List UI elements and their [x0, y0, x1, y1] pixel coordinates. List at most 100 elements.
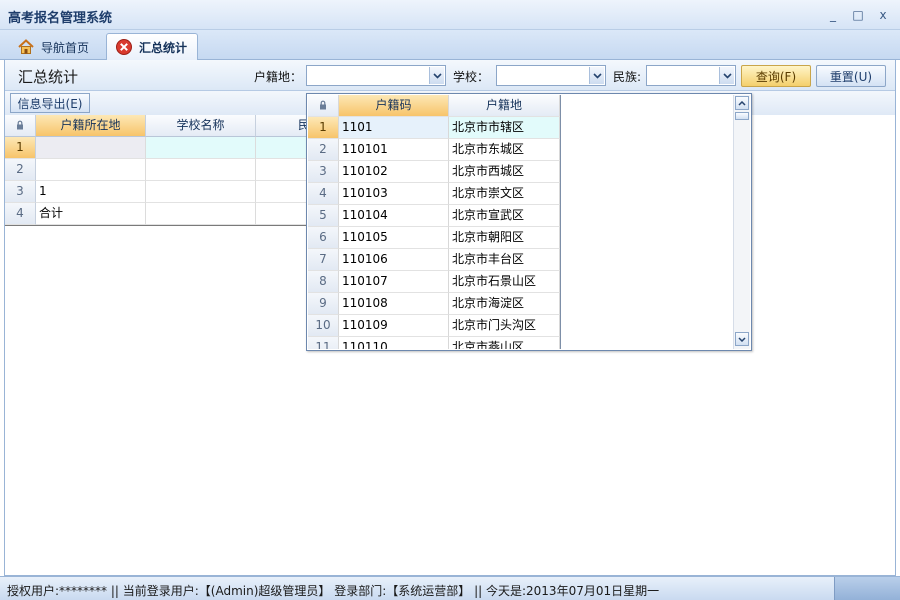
row-number[interactable]: 1	[5, 137, 36, 159]
title-bar: 高考报名管理系统 _ □ x	[0, 0, 900, 30]
row-number[interactable]: 3	[5, 181, 36, 203]
table-cell[interactable]	[146, 137, 256, 159]
list-item[interactable]: 3 110102 北京市西城区	[308, 161, 560, 183]
page-title: 汇总统计	[18, 68, 79, 86]
status-bar-grip	[834, 577, 900, 600]
school-combo[interactable]	[496, 65, 606, 86]
household-code-cell[interactable]: 110106	[339, 249, 449, 271]
household-place-cell[interactable]: 北京市海淀区	[449, 293, 560, 315]
column-header-school[interactable]: 学校名称	[146, 115, 256, 137]
list-item[interactable]: 8 110107 北京市石景山区	[308, 271, 560, 293]
filter-toolbar: 汇总统计 户籍地： 学校： 民族: 查询(F) 重置(U)	[5, 60, 895, 91]
household-place-cell[interactable]: 北京市崇文区	[449, 183, 560, 205]
household-place-cell[interactable]: 北京市宣武区	[449, 205, 560, 227]
row-number[interactable]: 3	[308, 161, 339, 183]
row-number[interactable]: 4	[5, 203, 36, 225]
household-dropdown-popup: 户籍码 户籍地 1 1101 北京市市辖区 2 110101 北京市东城区 3 110102 北…	[306, 93, 752, 351]
household-code-cell[interactable]: 110104	[339, 205, 449, 227]
household-place-cell[interactable]: 北京市朝阳区	[449, 227, 560, 249]
list-item[interactable]: 5 110104 北京市宣武区	[308, 205, 560, 227]
row-number[interactable]: 8	[308, 271, 339, 293]
chevron-down-icon[interactable]	[589, 67, 604, 84]
list-item[interactable]: 11 110110 北京市燕山区	[308, 337, 560, 349]
household-code-cell[interactable]: 110108	[339, 293, 449, 315]
lock-icon[interactable]	[308, 95, 339, 117]
list-item[interactable]: 7 110106 北京市丰台区	[308, 249, 560, 271]
tab-home[interactable]: 导航首页	[8, 33, 102, 60]
export-button[interactable]: 信息导出(E)	[10, 93, 90, 113]
table-cell[interactable]	[146, 159, 256, 181]
household-place-cell[interactable]: 北京市丰台区	[449, 249, 560, 271]
popup-scrollbar[interactable]	[733, 95, 750, 349]
chevron-down-icon[interactable]	[719, 67, 734, 84]
household-code-cell[interactable]: 110107	[339, 271, 449, 293]
scroll-up-icon[interactable]	[735, 96, 749, 110]
household-code-cell[interactable]: 110102	[339, 161, 449, 183]
school-label: 学校：	[453, 70, 490, 84]
column-header-household[interactable]: 户籍所在地	[36, 115, 146, 137]
table-row[interactable]: 3 1	[5, 181, 325, 203]
table-row[interactable]: 1	[5, 137, 325, 159]
minimize-button[interactable]: _	[824, 6, 842, 24]
table-row[interactable]: 4 合计	[5, 203, 325, 225]
tab-strip: 导航首页 汇总统计	[0, 30, 900, 60]
row-number[interactable]: 9	[308, 293, 339, 315]
scroll-down-icon[interactable]	[735, 332, 749, 346]
scroll-thumb[interactable]	[735, 112, 749, 120]
query-button[interactable]: 查询(F)	[741, 65, 811, 87]
tab-summary[interactable]: 汇总统计	[106, 33, 198, 60]
row-number[interactable]: 2	[308, 139, 339, 161]
household-place-cell[interactable]: 北京市东城区	[449, 139, 560, 161]
reset-button[interactable]: 重置(U)	[816, 65, 886, 87]
ethnicity-combo[interactable]	[646, 65, 736, 86]
household-place-cell[interactable]: 北京市石景山区	[449, 271, 560, 293]
ethnicity-label: 民族:	[613, 70, 642, 84]
table-cell[interactable]	[146, 181, 256, 203]
row-number[interactable]: 11	[308, 337, 339, 349]
row-number[interactable]: 6	[308, 227, 339, 249]
maximize-button[interactable]: □	[849, 6, 867, 24]
list-item[interactable]: 2 110101 北京市东城区	[308, 139, 560, 161]
household-code-cell[interactable]: 1101	[339, 117, 449, 139]
household-place-cell[interactable]: 北京市燕山区	[449, 337, 560, 349]
household-list-grid: 户籍码 户籍地 1 1101 北京市市辖区 2 110101 北京市东城区 3 110102 北…	[308, 95, 561, 349]
household-code-cell[interactable]: 110109	[339, 315, 449, 337]
popup-rows: 1 1101 北京市市辖区 2 110101 北京市东城区 3 110102 北京市西城区 4 11…	[308, 117, 560, 349]
list-item[interactable]: 4 110103 北京市崇文区	[308, 183, 560, 205]
row-number[interactable]: 4	[308, 183, 339, 205]
close-button[interactable]: x	[874, 6, 892, 24]
table-row[interactable]: 2	[5, 159, 325, 181]
table-cell[interactable]	[146, 203, 256, 225]
close-circle-icon[interactable]	[115, 38, 133, 56]
status-text: 授权用户:******** || 当前登录用户:【(Admin)超级管理员】 登…	[7, 584, 660, 598]
column-header-code[interactable]: 户籍码	[339, 95, 449, 117]
list-item[interactable]: 6 110105 北京市朝阳区	[308, 227, 560, 249]
household-code-cell[interactable]: 110105	[339, 227, 449, 249]
row-number[interactable]: 2	[5, 159, 36, 181]
household-combo[interactable]	[306, 65, 446, 86]
column-header-place[interactable]: 户籍地	[449, 95, 560, 117]
table-cell[interactable]	[36, 159, 146, 181]
household-place-cell[interactable]: 北京市门头沟区	[449, 315, 560, 337]
household-place-cell[interactable]: 北京市市辖区	[449, 117, 560, 139]
list-item[interactable]: 9 110108 北京市海淀区	[308, 293, 560, 315]
lock-icon[interactable]	[5, 115, 36, 137]
list-item[interactable]: 10 110109 北京市门头沟区	[308, 315, 560, 337]
row-number[interactable]: 7	[308, 249, 339, 271]
list-item[interactable]: 1 1101 北京市市辖区	[308, 117, 560, 139]
household-code-cell[interactable]: 110101	[339, 139, 449, 161]
table-cell[interactable]: 1	[36, 181, 146, 203]
household-place-cell[interactable]: 北京市西城区	[449, 161, 560, 183]
row-number[interactable]: 1	[308, 117, 339, 139]
row-number[interactable]: 10	[308, 315, 339, 337]
table-cell[interactable]: 合计	[36, 203, 146, 225]
tab-home-label: 导航首页	[41, 40, 90, 55]
household-code-cell[interactable]: 110103	[339, 183, 449, 205]
status-bar: 授权用户:******** || 当前登录用户:【(Admin)超级管理员】 登…	[0, 576, 900, 600]
household-code-cell[interactable]: 110110	[339, 337, 449, 349]
table-cell[interactable]	[36, 137, 146, 159]
chevron-down-icon[interactable]	[429, 67, 444, 84]
row-number[interactable]: 5	[308, 205, 339, 227]
app-title: 高考报名管理系统	[8, 11, 113, 26]
grid-header-row: 户籍所在地 学校名称 民	[5, 115, 325, 137]
